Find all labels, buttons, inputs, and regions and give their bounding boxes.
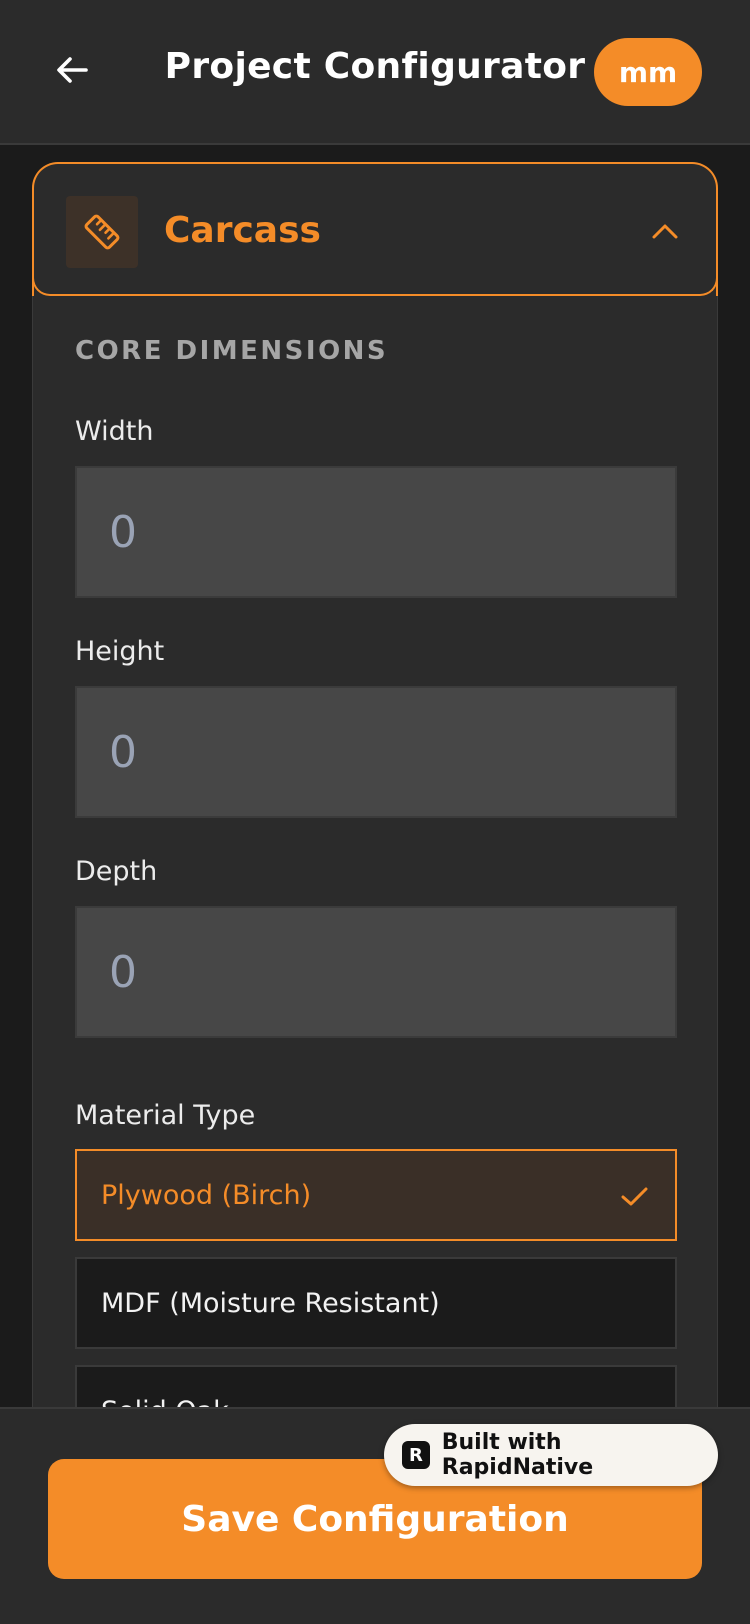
rapidnative-logo-icon: R bbox=[402, 1441, 430, 1469]
depth-label: Depth bbox=[75, 856, 158, 887]
material-type-label: Material Type bbox=[75, 1100, 256, 1131]
material-option-solid-oak[interactable]: Solid Oak bbox=[75, 1365, 677, 1407]
section-title: Carcass bbox=[164, 210, 321, 251]
material-option-label: MDF (Moisture Resistant) bbox=[101, 1287, 440, 1319]
built-with-badge[interactable]: R Built with RapidNative bbox=[384, 1424, 718, 1486]
height-label: Height bbox=[75, 636, 165, 667]
subsection-title: CORE DIMENSIONS bbox=[75, 336, 389, 366]
material-option-label: Solid Oak bbox=[101, 1396, 229, 1408]
section-icon-container bbox=[66, 196, 138, 268]
scroll-content[interactable]: Carcass CORE DIMENSIONS Width Height Dep… bbox=[0, 147, 750, 1407]
top-bar: Project Configurator mm bbox=[0, 0, 750, 145]
checkmark-icon bbox=[621, 1187, 648, 1206]
width-input[interactable] bbox=[75, 466, 677, 598]
ruler-icon bbox=[84, 214, 120, 250]
material-option-label: Plywood (Birch) bbox=[101, 1179, 312, 1211]
section-body: CORE DIMENSIONS Width Height Depth Mater… bbox=[32, 296, 718, 1407]
built-with-label: Built with RapidNative bbox=[441, 1430, 594, 1480]
width-label: Width bbox=[75, 416, 154, 447]
app-screen: Project Configurator mm Carcass CORE DIM… bbox=[0, 0, 750, 1624]
material-option-plywood[interactable]: Plywood (Birch) bbox=[75, 1149, 677, 1241]
carcass-section: Carcass CORE DIMENSIONS Width Height Dep… bbox=[32, 162, 718, 1407]
height-input[interactable] bbox=[75, 686, 677, 818]
chevron-up-icon[interactable] bbox=[650, 216, 680, 246]
material-option-mdf[interactable]: MDF (Moisture Resistant) bbox=[75, 1257, 677, 1349]
depth-input[interactable] bbox=[75, 906, 677, 1038]
section-header-carcass[interactable]: Carcass bbox=[32, 162, 718, 296]
unit-toggle-button[interactable]: mm bbox=[594, 38, 702, 106]
